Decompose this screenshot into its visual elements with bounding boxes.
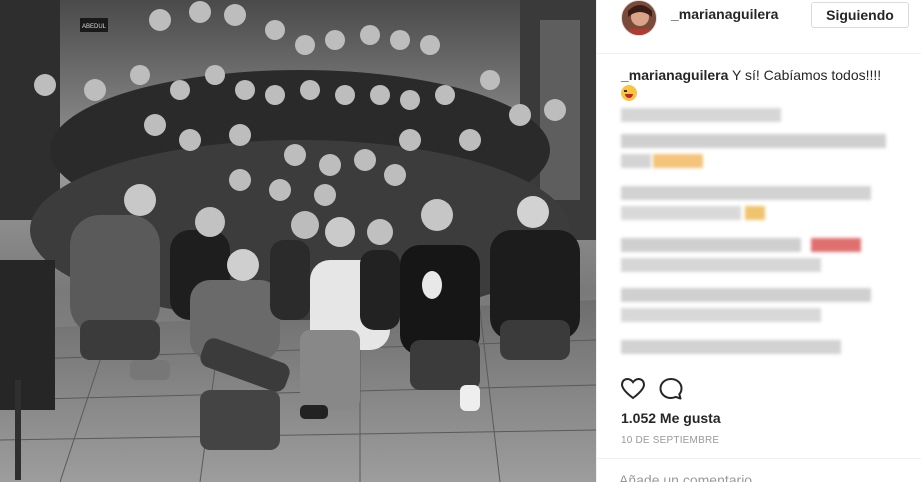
blurred-comments (621, 108, 911, 366)
blurred-comment-row (621, 238, 861, 252)
grinning-tongue-emoji-icon (621, 85, 637, 101)
comment-icon[interactable] (659, 378, 683, 400)
blurred-comment-row (621, 288, 871, 302)
caption-text: Y sí! Cabíamos todos!!!! (732, 67, 882, 83)
blurred-comment-row (621, 108, 781, 122)
comment-input[interactable] (619, 470, 909, 482)
sign-text: ABEDUL (82, 24, 107, 30)
blurred-comment-row (621, 186, 871, 200)
avatar[interactable] (621, 0, 657, 36)
blurred-comment-row (621, 340, 841, 354)
header-username[interactable]: _marianaguilera (671, 6, 778, 22)
blurred-comment-row (621, 206, 765, 220)
blurred-comment-row (621, 134, 886, 148)
caption-username[interactable]: _marianaguilera (621, 67, 728, 83)
blurred-comment-row (621, 154, 703, 168)
post-header: _marianaguilera Siguiendo (597, 0, 921, 54)
caption: _marianaguilera Y sí! Cabíamos todos!!!! (621, 66, 911, 102)
post-date[interactable]: 10 DE SEPTIEMBRE (621, 435, 719, 446)
blurred-comment-row (621, 258, 821, 272)
divider (597, 458, 921, 459)
following-button[interactable]: Siguiendo (811, 2, 909, 28)
blurred-comment-row (621, 308, 821, 322)
group-photo-image: ABEDUL (0, 0, 596, 482)
likes-count[interactable]: 1.052 Me gusta (621, 410, 721, 426)
post-photo[interactable]: ABEDUL (0, 0, 596, 482)
avatar-image (622, 1, 656, 35)
post-sidebar: _marianaguilera Siguiendo _marianaguiler… (596, 0, 921, 482)
heart-icon[interactable] (621, 378, 645, 400)
